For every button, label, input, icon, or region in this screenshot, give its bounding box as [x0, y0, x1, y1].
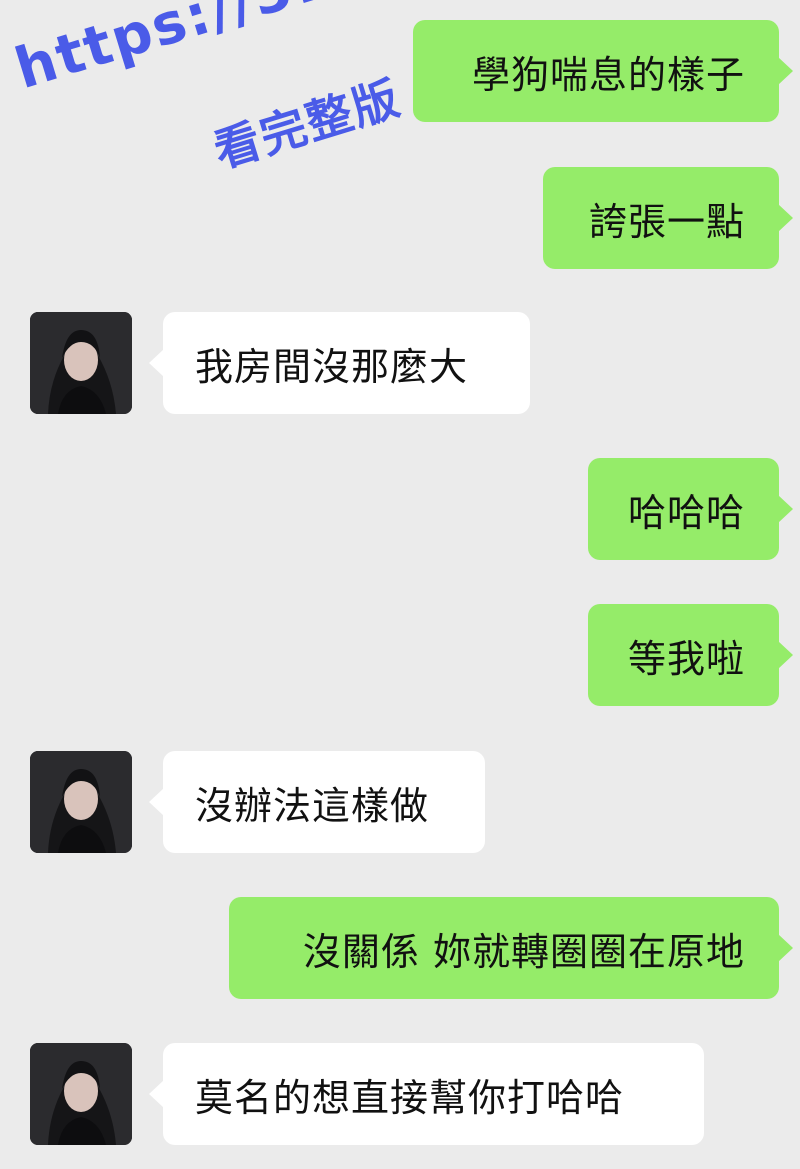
message-text: 沒辦法這樣做: [195, 783, 430, 828]
message-text: 沒關係 妳就轉圈圈在原地: [302, 929, 745, 974]
contact-avatar[interactable]: [30, 1043, 132, 1145]
message-bubble-outgoing[interactable]: 誇張一點: [543, 167, 793, 269]
avatar-image: [30, 312, 132, 414]
message-text: 莫名的想直接幫你打哈哈: [195, 1075, 625, 1120]
message-text: 學狗喘息的樣子: [471, 52, 745, 97]
chat-thread: 學狗喘息的樣子 誇張一點 我房間沒那麼大 哈哈哈 等我啦 沒辦法這樣做 沒關係 …: [0, 0, 800, 1169]
message-bubble-incoming[interactable]: 我房間沒那麼大: [149, 312, 530, 414]
contact-avatar[interactable]: [30, 751, 132, 853]
avatar-image: [30, 1043, 132, 1145]
avatar-image: [30, 751, 132, 853]
message-text: 誇張一點: [588, 199, 745, 244]
contact-avatar[interactable]: [30, 312, 132, 414]
message-bubble-outgoing[interactable]: 等我啦: [588, 604, 793, 706]
message-bubble-outgoing[interactable]: 學狗喘息的樣子: [413, 20, 793, 122]
message-bubble-outgoing[interactable]: 沒關係 妳就轉圈圈在原地: [229, 897, 793, 999]
message-text: 我房間沒那麼大: [195, 344, 469, 389]
message-bubble-outgoing[interactable]: 哈哈哈: [588, 458, 793, 560]
message-bubble-incoming[interactable]: 沒辦法這樣做: [149, 751, 485, 853]
message-bubble-incoming[interactable]: 莫名的想直接幫你打哈哈: [149, 1043, 704, 1145]
message-text: 哈哈哈: [627, 490, 745, 535]
message-text: 等我啦: [627, 636, 745, 681]
